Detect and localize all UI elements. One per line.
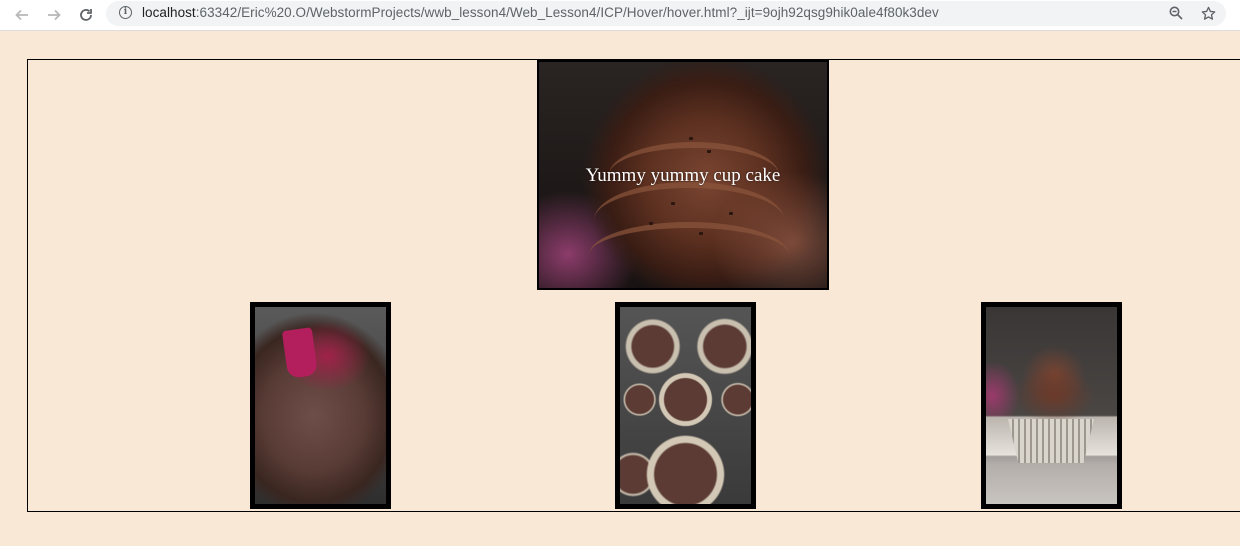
browser-toolbar: i localhost:63342/Eric%20.O/WebstormProj…: [0, 0, 1240, 31]
zoom-button[interactable]: [1166, 3, 1186, 23]
sprinkle: [729, 212, 733, 215]
sprinkle: [707, 150, 711, 153]
thumbnail-frosted-cupcake[interactable]: [981, 302, 1122, 509]
reload-button[interactable]: [74, 3, 98, 27]
arrow-left-icon: [15, 9, 28, 21]
spatula: [281, 327, 319, 379]
reload-icon: [80, 9, 92, 21]
sprinkle: [671, 202, 675, 205]
url-path: :63342/Eric%20.O/WebstormProjects/wwb_le…: [195, 5, 939, 20]
star-icon: [1201, 6, 1215, 20]
info-icon[interactable]: i: [119, 6, 132, 19]
frosting-swirl: [589, 222, 789, 288]
forward-button[interactable]: [42, 3, 66, 27]
back-button[interactable]: [10, 3, 34, 27]
url-text[interactable]: localhost:63342/Eric%20.O/WebstormProjec…: [142, 5, 939, 20]
sprinkle: [649, 222, 653, 225]
bookmark-button[interactable]: [1198, 3, 1218, 23]
hero-image[interactable]: Yummy yummy cup cake: [537, 60, 829, 290]
thumbnail-batter-bowl[interactable]: [250, 302, 391, 509]
url-host: localhost: [142, 5, 196, 20]
thumbnail-cupcake-liners[interactable]: [615, 302, 756, 509]
address-bar[interactable]: i localhost:63342/Eric%20.O/WebstormProj…: [106, 1, 1226, 26]
sprinkle: [689, 137, 693, 140]
arrow-right-icon: [48, 9, 61, 21]
sprinkle: [699, 232, 703, 235]
cupcake-liner: [1008, 419, 1094, 463]
zoom-icon: [1169, 6, 1183, 20]
hero-caption: Yummy yummy cup cake: [585, 165, 781, 186]
